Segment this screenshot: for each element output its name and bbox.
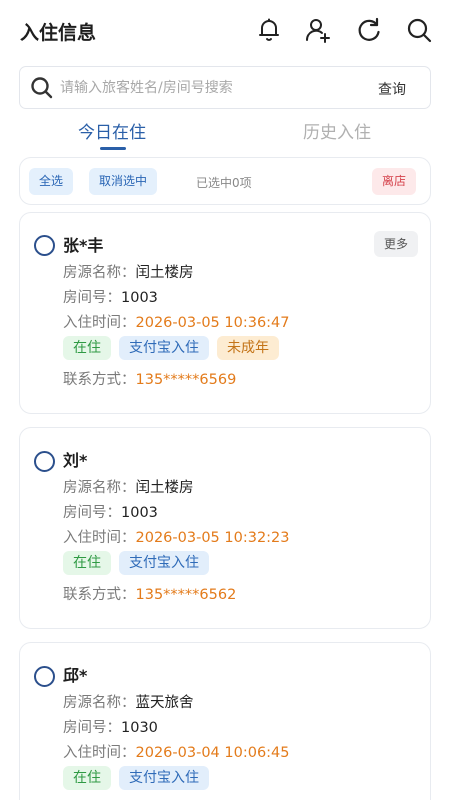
search-icon	[30, 76, 54, 100]
select-radio[interactable]	[34, 235, 55, 256]
checkin-label: 入住时间：	[63, 530, 136, 546]
refresh-icon[interactable]	[355, 16, 383, 44]
select-radio[interactable]	[34, 451, 55, 472]
contact-label: 联系方式：	[63, 587, 136, 603]
active-tab-indicator	[100, 147, 126, 150]
checkin-value: 2026-03-04 10:06:45	[135, 745, 290, 761]
room-row: 房间号：1030	[63, 716, 158, 737]
status-tag: 在住	[63, 551, 111, 575]
selected-count: 已选中0项	[196, 176, 252, 190]
property-value: 闰土楼房	[135, 265, 194, 281]
channel-tag: 支付宝入住	[119, 766, 209, 790]
channel-tag: 支付宝入住	[119, 551, 209, 575]
room-row: 房间号：1003	[63, 501, 158, 522]
guest-card[interactable]: 刘* 房源名称：闰土楼房 房间号：1003 入住时间：2026-03-05 10…	[19, 427, 431, 629]
property-value: 闰土楼房	[135, 480, 194, 496]
property-row: 房源名称：蓝天旅舍	[63, 691, 194, 712]
property-row: 房源名称：闰土楼房	[63, 261, 194, 282]
room-value: 1030	[121, 720, 158, 736]
contact-label: 联系方式：	[63, 372, 136, 388]
search-bar: 查询	[19, 66, 431, 109]
property-label: 房源名称：	[63, 265, 136, 281]
guest-card[interactable]: 邱* 房源名称：蓝天旅舍 房间号：1030 入住时间：2026-03-04 10…	[19, 642, 431, 800]
more-button[interactable]: 更多	[373, 231, 418, 257]
room-label: 房间号：	[63, 720, 121, 736]
tab-today-staying[interactable]: 今日在住	[78, 118, 146, 143]
contact-row: 联系方式：135*****6562	[63, 583, 236, 604]
checkin-label: 入住时间：	[63, 745, 136, 761]
bell-icon[interactable]	[255, 16, 283, 44]
property-label: 房源名称：	[63, 695, 136, 711]
property-label: 房源名称：	[63, 480, 136, 496]
property-row: 房源名称：闰土楼房	[63, 476, 194, 497]
search-input[interactable]	[60, 73, 360, 103]
channel-tag: 支付宝入住	[119, 336, 209, 360]
guest-card[interactable]: 张*丰 更多 房源名称：闰土楼房 房间号：1003 入住时间：2026-03-0…	[19, 212, 431, 414]
contact-row: 联系方式：135*****6569	[63, 368, 236, 389]
select-all-button[interactable]: 全选	[29, 168, 74, 195]
tab-bar: 今日在住 历史入住	[0, 116, 450, 152]
room-label: 房间号：	[63, 505, 121, 521]
deselect-button[interactable]: 取消选中	[89, 168, 158, 195]
guest-name: 邱*	[63, 666, 88, 685]
checkin-value: 2026-03-05 10:36:47	[135, 315, 290, 331]
tag-group: 在住 支付宝入住	[63, 766, 217, 790]
checkin-row: 入住时间：2026-03-05 10:32:23	[63, 526, 290, 547]
contact-value: 135*****6569	[135, 372, 237, 388]
room-value: 1003	[121, 505, 158, 521]
tag-group: 在住 支付宝入住	[63, 551, 217, 575]
search-icon[interactable]	[405, 16, 433, 44]
tab-history[interactable]: 历史入住	[303, 118, 371, 143]
guest-name: 刘*	[63, 451, 88, 470]
room-row: 房间号：1003	[63, 286, 158, 307]
status-tag: 在住	[63, 336, 111, 360]
query-button[interactable]: 查询	[378, 79, 406, 99]
checkin-row: 入住时间：2026-03-04 10:06:45	[63, 741, 290, 762]
select-radio[interactable]	[34, 666, 55, 687]
checkin-label: 入住时间：	[63, 315, 136, 331]
checkin-value: 2026-03-05 10:32:23	[135, 530, 290, 546]
page-title: 入住信息	[20, 22, 97, 44]
status-tag: 在住	[63, 766, 111, 790]
property-value: 蓝天旅舍	[135, 695, 194, 711]
minor-tag: 未成年	[217, 336, 279, 360]
add-user-icon[interactable]	[304, 16, 332, 44]
selection-toolbar: 全选 取消选中 已选中0项 离店	[19, 157, 431, 205]
guest-name: 张*丰	[63, 236, 104, 255]
room-label: 房间号：	[63, 290, 121, 306]
checkout-button[interactable]: 离店	[372, 168, 417, 195]
tag-group: 在住 支付宝入住 未成年	[63, 336, 287, 360]
checkin-row: 入住时间：2026-03-05 10:36:47	[63, 311, 290, 332]
app-header: 入住信息	[0, 0, 450, 60]
contact-value: 135*****6562	[135, 587, 237, 603]
room-value: 1003	[121, 290, 158, 306]
